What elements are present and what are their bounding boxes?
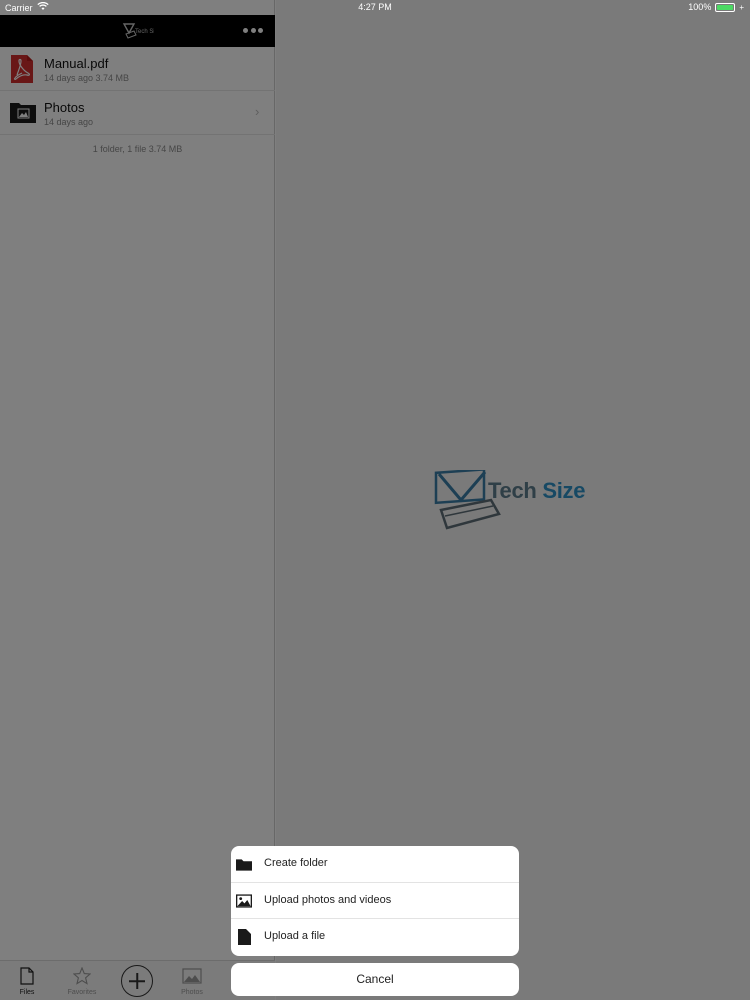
- status-bar: Carrier 4:27 PM 100% +: [0, 0, 750, 15]
- action-label: Upload a file: [264, 930, 326, 943]
- charging-icon: +: [739, 2, 744, 12]
- battery-percent: 100%: [688, 2, 712, 12]
- status-right: 100% +: [688, 2, 744, 12]
- cancel-button[interactable]: Cancel: [231, 963, 519, 996]
- action-upload-photos[interactable]: Upload photos and videos: [231, 883, 519, 920]
- action-label: Upload photos and videos: [264, 893, 392, 906]
- battery-icon: [715, 2, 736, 12]
- file-icon: [236, 929, 252, 946]
- action-sheet: Create folder Upload photos and videos U…: [231, 846, 519, 956]
- action-upload-file[interactable]: Upload a file: [231, 919, 519, 956]
- action-create-folder[interactable]: Create folder: [231, 846, 519, 883]
- image-icon: [236, 893, 252, 909]
- folder-icon: [236, 856, 252, 872]
- action-label: Create folder: [264, 857, 328, 869]
- battery-level: [717, 4, 734, 10]
- status-time: 4:27 PM: [358, 2, 392, 12]
